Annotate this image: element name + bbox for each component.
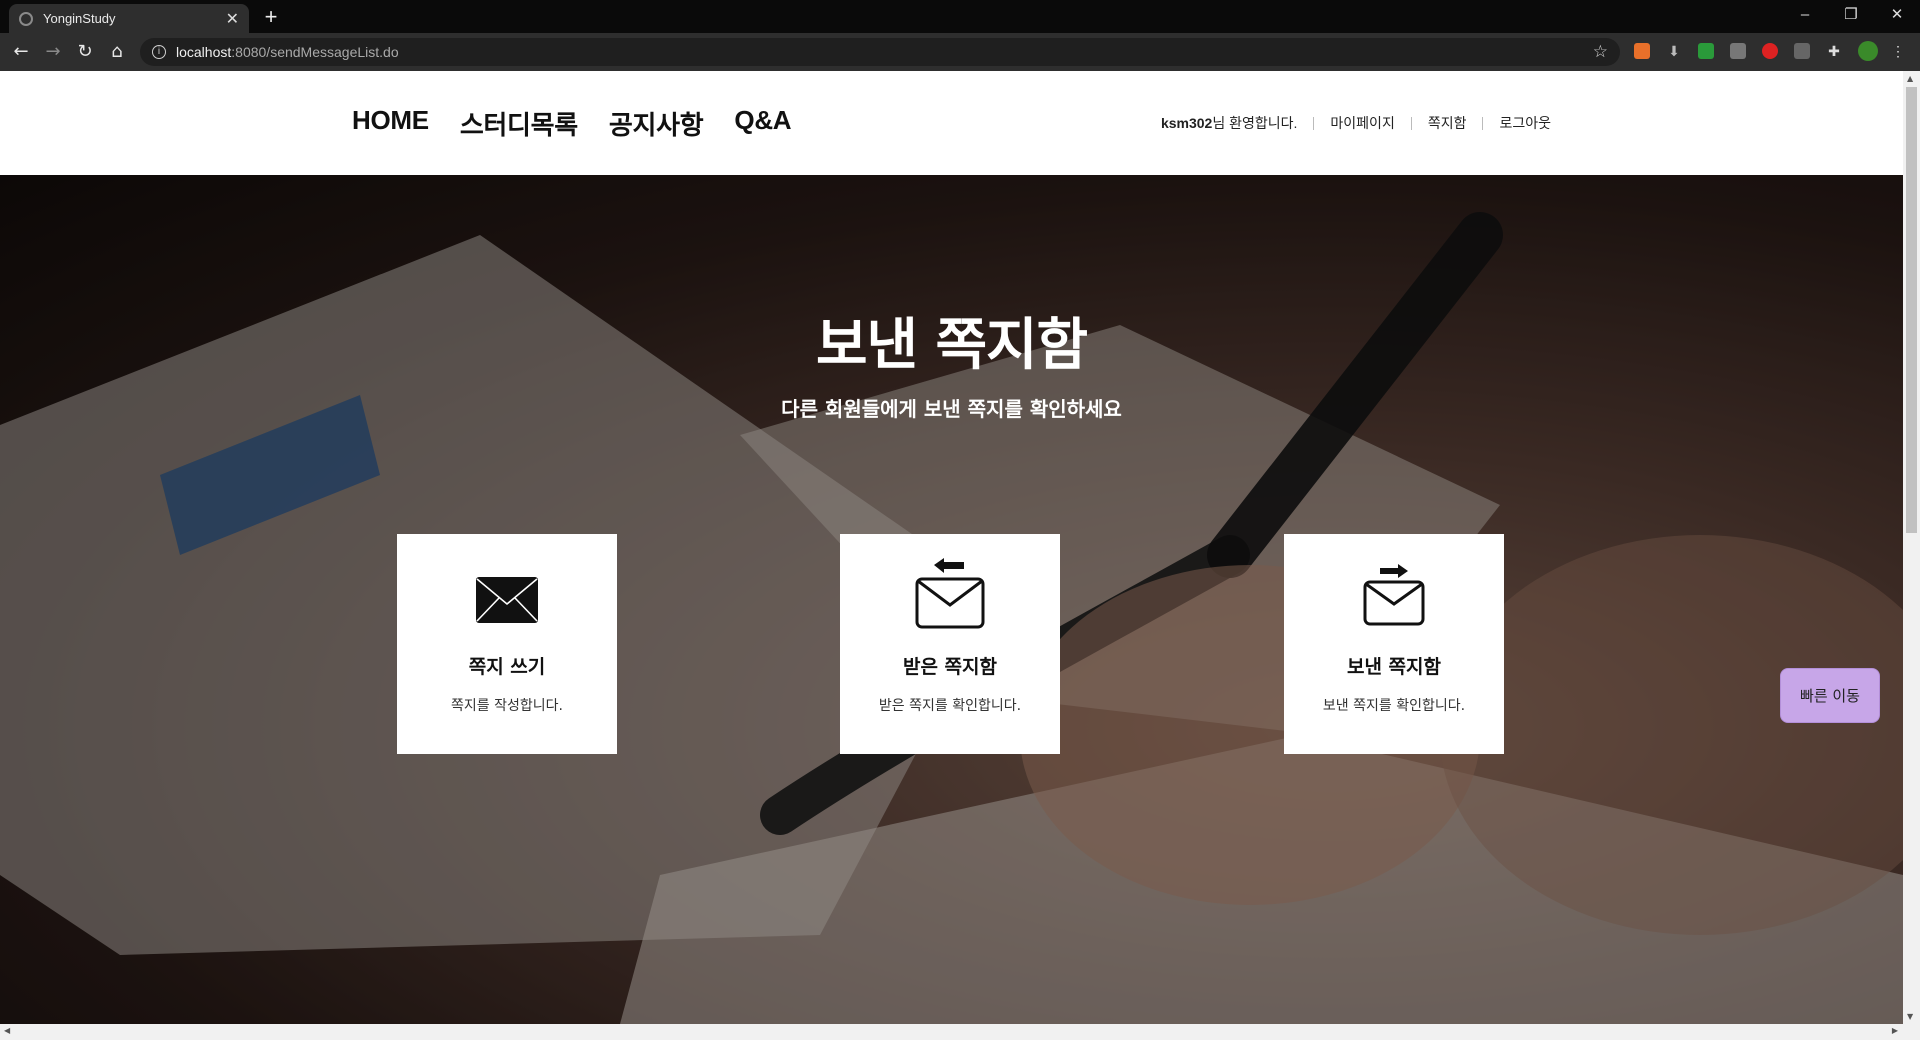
menu-kebab-icon[interactable]: ⋮ xyxy=(1890,43,1906,59)
mypage-link[interactable]: 마이페이지 xyxy=(1330,113,1394,133)
envelope-inbox-icon xyxy=(915,558,985,629)
restore-button[interactable]: ❐ xyxy=(1828,0,1874,33)
card-title: 보낸 쪽지함 xyxy=(1346,656,1441,678)
nav-qna[interactable]: Q&A xyxy=(734,105,791,142)
hero-title: 보낸 쪽지함 xyxy=(815,313,1088,378)
envelope-filled-icon xyxy=(476,577,538,623)
vertical-scrollbar[interactable]: ▲ ▼ xyxy=(1903,71,1920,1024)
forward-arrow-icon[interactable]: → xyxy=(40,39,66,65)
info-icon[interactable]: i xyxy=(152,45,166,59)
extension-icon[interactable] xyxy=(1794,43,1810,59)
scroll-down-icon[interactable]: ▼ xyxy=(1907,1012,1913,1021)
back-arrow-icon[interactable]: ← xyxy=(8,39,34,65)
horizontal-scrollbar[interactable]: ◀ ▶ xyxy=(0,1024,1920,1040)
divider xyxy=(1482,116,1484,130)
bookmark-star-icon[interactable]: ☆ xyxy=(1593,42,1608,62)
card-title: 쪽지 쓰기 xyxy=(468,656,546,678)
minimize-button[interactable]: – xyxy=(1782,0,1828,33)
download-icon[interactable]: ⬇ xyxy=(1666,43,1682,59)
extension-icon[interactable] xyxy=(1698,43,1714,59)
divider xyxy=(1313,116,1315,130)
site-header: HOME 스터디목록 공지사항 Q&A ksm302님 환영합니다. 마이페이지… xyxy=(0,71,1903,175)
globe-icon xyxy=(19,11,33,26)
avatar[interactable] xyxy=(1858,41,1878,61)
nav-study-list[interactable]: 스터디목록 xyxy=(460,105,578,142)
divider xyxy=(1410,116,1412,130)
page: HOME 스터디목록 공지사항 Q&A ksm302님 환영합니다. 마이페이지… xyxy=(0,71,1903,1024)
reload-icon[interactable]: ↻ xyxy=(72,39,98,65)
card-desc: 받은 쪽지를 확인합니다. xyxy=(878,698,1022,714)
hero-section: 보낸 쪽지함 다른 회원들에게 보낸 쪽지를 확인하세요 쪽지 쓰기 쪽지를 작… xyxy=(0,175,1903,1024)
user-nav: ksm302님 환영합니다. 마이페이지 쪽지함 로그아웃 xyxy=(1161,113,1551,133)
scroll-right-icon[interactable]: ▶ xyxy=(1892,1026,1898,1035)
new-tab-button[interactable]: + xyxy=(258,4,284,30)
card-desc: 쪽지를 작성합니다. xyxy=(451,698,563,714)
username: ksm302 xyxy=(1160,115,1213,131)
messagebox-link[interactable]: 쪽지함 xyxy=(1428,113,1467,133)
puzzle-icon[interactable]: ✚ xyxy=(1826,43,1842,59)
card-icon xyxy=(397,570,617,630)
tab-title: YonginStudy xyxy=(43,11,116,26)
card-sent-messages[interactable]: 보낸 쪽지함 보낸 쪽지를 확인합니다. xyxy=(1284,534,1504,754)
browser-tab[interactable]: YonginStudy ✕ xyxy=(9,4,249,33)
url-path: :8080/sendMessageList.do xyxy=(231,44,399,60)
address-bar[interactable]: i localhost:8080/sendMessageList.do ☆ xyxy=(140,38,1620,66)
envelope-outbox-icon xyxy=(1363,564,1425,626)
welcome-text: ksm302님 환영합니다. xyxy=(1161,113,1297,133)
browser-tabbar: YonginStudy ✕ + – ❐ ✕ xyxy=(0,0,1920,33)
welcome-suffix: 님 환영합니다. xyxy=(1212,115,1298,131)
card-icon xyxy=(840,556,1060,632)
card-icon xyxy=(1284,558,1504,632)
logout-link[interactable]: 로그아웃 xyxy=(1499,113,1551,133)
card-desc: 보낸 쪽지를 확인합니다. xyxy=(1322,698,1466,714)
scroll-up-icon[interactable]: ▲ xyxy=(1907,74,1913,83)
scroll-left-icon[interactable]: ◀ xyxy=(4,1026,10,1035)
hero-subtitle: 다른 회원들에게 보낸 쪽지를 확인하세요 xyxy=(781,397,1122,421)
main-nav: HOME 스터디목록 공지사항 Q&A xyxy=(352,105,792,142)
extension-icon[interactable] xyxy=(1762,43,1778,59)
extension-icon[interactable] xyxy=(1634,43,1650,59)
tab-close-icon[interactable]: ✕ xyxy=(226,9,239,29)
scroll-thumb[interactable] xyxy=(1906,87,1917,533)
browser-toolbar: ← → ↻ ⌂ i localhost:8080/sendMessageList… xyxy=(0,33,1920,71)
quick-move-button[interactable]: 빠른 이동 xyxy=(1780,668,1880,723)
card-title: 받은 쪽지함 xyxy=(902,656,997,678)
nav-home[interactable]: HOME xyxy=(352,105,429,142)
nav-notice[interactable]: 공지사항 xyxy=(609,105,704,142)
card-received-messages[interactable]: 받은 쪽지함 받은 쪽지를 확인합니다. xyxy=(840,534,1060,754)
url-host: localhost xyxy=(176,44,232,60)
extension-icon[interactable] xyxy=(1730,43,1746,59)
card-write-message[interactable]: 쪽지 쓰기 쪽지를 작성합니다. xyxy=(397,534,617,754)
home-icon[interactable]: ⌂ xyxy=(104,39,130,65)
window-close-button[interactable]: ✕ xyxy=(1874,0,1920,33)
